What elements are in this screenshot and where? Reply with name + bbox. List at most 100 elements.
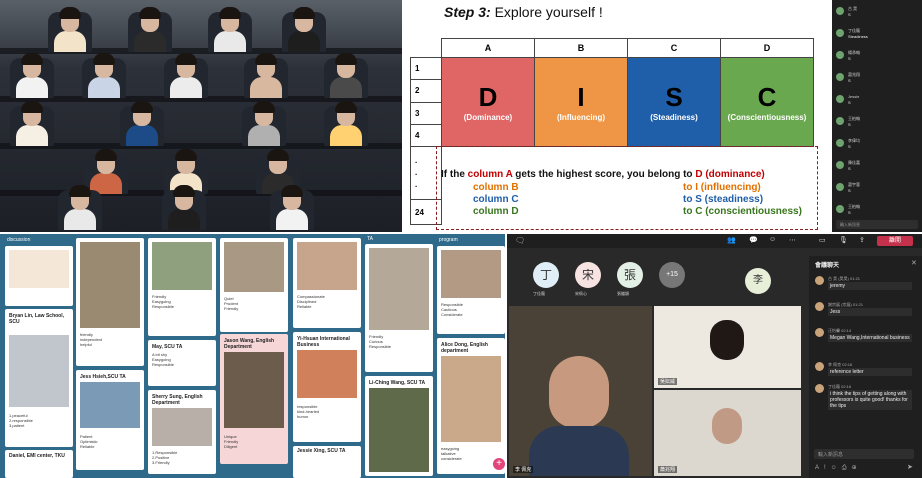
post-card[interactable]: Alice Dong, English department easygoing…: [437, 338, 505, 474]
add-post-button[interactable]: +: [493, 458, 505, 470]
message-text: Jess: [828, 308, 912, 316]
camera-icon[interactable]: ▭: [819, 236, 826, 244]
chat-icon[interactable]: 💬: [749, 236, 758, 244]
participant-hair: [21, 101, 43, 113]
board-column: friendly independent helpful Jess Hsieh,…: [76, 234, 144, 478]
post-text: Compassionate Disciplined Reliable: [297, 294, 325, 309]
participant-video[interactable]: [238, 98, 290, 146]
participant-avatar[interactable]: 丁: [533, 262, 559, 288]
participant-video[interactable]: [240, 50, 292, 98]
floating-avatar[interactable]: 李: [745, 268, 771, 294]
post-card[interactable]: Yi-Hsuan International Business responsi…: [293, 332, 361, 442]
rule-res-d: to C (conscientiousness): [683, 206, 802, 217]
participant-video[interactable]: [278, 4, 330, 52]
post-card[interactable]: Jess Hsieh,SCU TA Patient Optimistic Rel…: [76, 370, 144, 470]
post-card[interactable]: Jason Wang, English Department Unique Fr…: [220, 334, 288, 464]
send-icon[interactable]: ➤: [907, 463, 913, 471]
chat-input[interactable]: 輸入新訊息: [836, 220, 918, 229]
participant-video[interactable]: [124, 4, 176, 52]
rule-col-b: column B: [473, 182, 519, 193]
disc-cell-c: C (Conscientiousness): [720, 57, 814, 147]
scoring-rule-box: If the column A gets the highest score, …: [436, 146, 818, 230]
tile-name: 李 佩克: [513, 466, 534, 473]
post-card[interactable]: Responsible Cautious Considerate: [437, 246, 505, 334]
share-icon[interactable]: ⇪: [859, 236, 865, 244]
post-photo: [224, 352, 284, 428]
post-photo: [297, 242, 357, 290]
participant-video[interactable]: [320, 98, 372, 146]
post-text: Quiet Prudent Friendly: [224, 296, 239, 311]
participant-video[interactable]: [116, 98, 168, 146]
message-text: S: [848, 166, 851, 171]
post-card[interactable]: Compassionate Disciplined Reliable: [293, 238, 361, 328]
participant-body: [330, 125, 362, 146]
board-column: Quiet Prudent Friendly Jason Wang, Engli…: [220, 234, 288, 478]
participant-video[interactable]: [44, 4, 96, 52]
leave-button[interactable]: 離開: [877, 236, 913, 246]
post-card[interactable]: Sherry Sung, English Department 1.Respon…: [148, 390, 216, 474]
mic-icon[interactable]: 🎙: [839, 236, 848, 244]
board-column: Compassionate Disciplined Reliable Yi-Hs…: [293, 234, 361, 478]
avatar: [836, 139, 844, 147]
chat-input[interactable]: 輸入新訊息: [814, 449, 914, 459]
more-icon[interactable]: ⋯: [789, 236, 796, 244]
participant-video[interactable]: [266, 182, 318, 230]
participant-video[interactable]: [6, 50, 58, 98]
rule-line-a: If the column A gets the highest score, …: [441, 169, 765, 180]
post-card[interactable]: Bryan Lin, Law School, SCU 1.peaceful 2.…: [5, 309, 73, 447]
speaker-video-tile[interactable]: 李 佩克: [509, 306, 652, 476]
post-image: [9, 250, 69, 288]
participant-body: [276, 209, 308, 230]
chat-bubble-icon[interactable]: 🗨: [515, 236, 525, 245]
close-icon[interactable]: ✕: [911, 259, 917, 267]
board-column: discussion Bryan Lin, Law School, SCU 1.…: [5, 234, 73, 478]
participant-hair: [281, 185, 303, 197]
participant-hair: [335, 53, 357, 65]
participant-hair: [173, 185, 195, 197]
video-tile[interactable]: 吳妘威: [654, 306, 801, 388]
post-card[interactable]: Friendly Curious Responsible: [365, 244, 433, 372]
post-card[interactable]: [5, 246, 73, 306]
participant-video[interactable]: [204, 4, 256, 52]
post-text: 1.peaceful 2.responsible 3.patient: [9, 413, 33, 428]
participant-hair: [255, 53, 277, 65]
participant-avatar[interactable]: 宋: [575, 262, 601, 288]
participant-video[interactable]: [158, 182, 210, 230]
post-title: Jessie Xing, SCU TA: [297, 448, 346, 454]
participant-video[interactable]: [320, 50, 372, 98]
message-text: jeremy: [828, 282, 912, 290]
video-tile[interactable]: 蕭兆翔: [654, 390, 801, 476]
avatar: [836, 183, 844, 191]
post-card[interactable]: Quiet Prudent Friendly: [220, 238, 288, 332]
participant-video[interactable]: [54, 182, 106, 230]
post-card[interactable]: Jessie Xing, SCU TA: [293, 446, 361, 478]
participant-video[interactable]: [6, 98, 58, 146]
message-text: reference letter: [828, 368, 912, 376]
participant-body: [214, 31, 246, 52]
post-card[interactable]: Daniel, EMI center, TKU: [5, 450, 73, 478]
post-title: Bryan Lin, Law School, SCU: [9, 313, 65, 325]
participant-video[interactable]: [160, 50, 212, 98]
avatar: [836, 117, 844, 125]
post-card[interactable]: Friendly Easygoing Responsible: [148, 238, 216, 336]
participant-video[interactable]: [78, 50, 130, 98]
people-icon[interactable]: 👥: [727, 236, 736, 244]
participant-name: 丁佳龍: [533, 291, 545, 296]
post-text: Friendly Easygoing Responsible: [152, 294, 175, 309]
participant-face: [712, 408, 742, 444]
post-text: Friendly Curious Responsible: [369, 334, 392, 349]
participant-avatar[interactable]: +15: [659, 262, 685, 288]
video-gallery-panel: [0, 0, 402, 232]
row-number: 1: [410, 56, 442, 81]
post-card[interactable]: friendly independent helpful: [76, 238, 144, 366]
participant-body: [54, 31, 86, 52]
compose-toolbar[interactable]: A!☺⎙⊕: [815, 464, 862, 472]
post-card[interactable]: May, SCU TA A bit shy Easygoing Responsi…: [148, 340, 216, 386]
reactions-icon[interactable]: ☺: [769, 236, 776, 243]
participant-avatar[interactable]: 張: [617, 262, 643, 288]
post-title: Alice Dong, English department: [441, 342, 488, 354]
avatar: [836, 205, 844, 213]
meeting-chat-panel: 會議聊天 ✕ 古 昊 (昊昊) 01:21 jeremy 謝宗展 (宗展) 01:2…: [809, 256, 922, 478]
post-card[interactable]: Li-Ching Wang, SCU TA: [365, 376, 433, 476]
message-text: S: [848, 100, 851, 105]
